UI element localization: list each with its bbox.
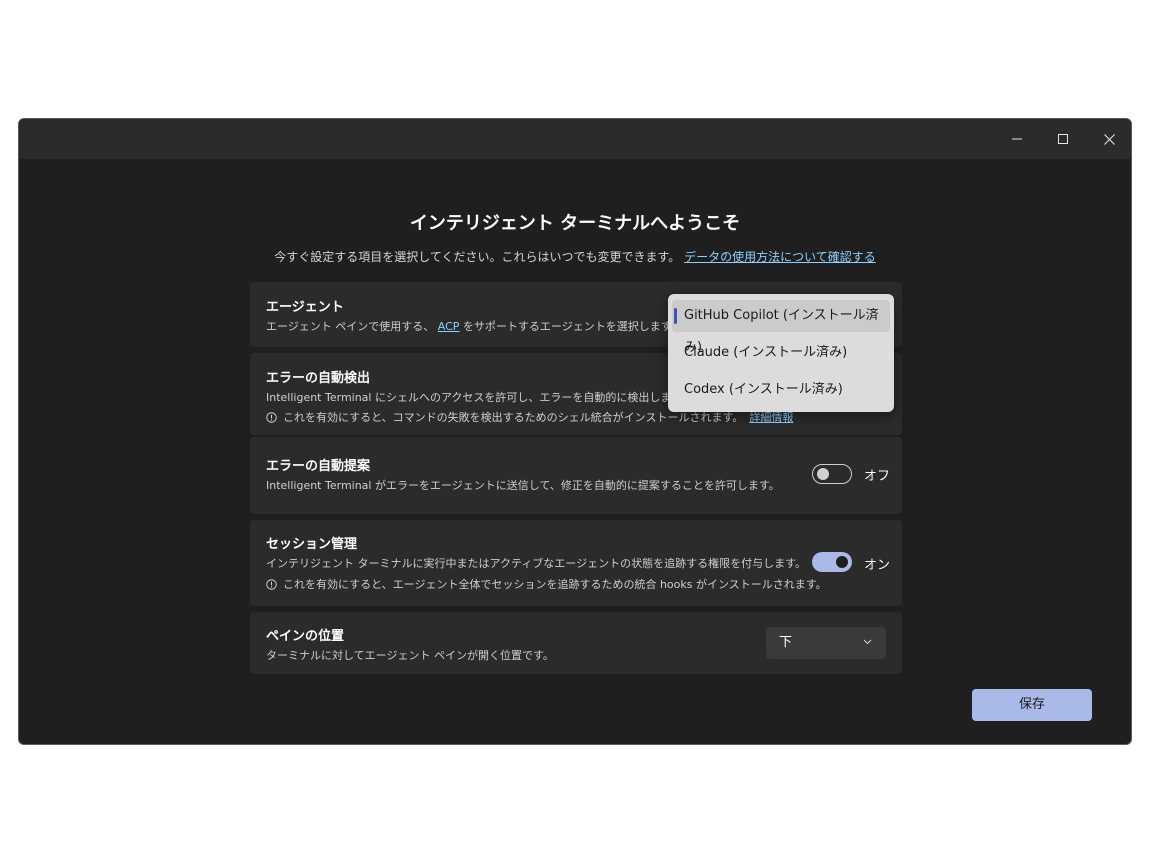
chevron-down-icon	[863, 639, 872, 645]
session-toggle-label: オン	[864, 558, 891, 573]
agent-option-claude[interactable]: Claude (インストール済み)	[672, 337, 890, 369]
session-note: これを有効にすると、エージェント全体でセッションを追跡するための統合 hooks…	[266, 576, 827, 592]
pane-position-description: ターミナルに対してエージェント ペインが開く位置です。	[266, 649, 554, 662]
agent-option-github-copilot[interactable]: GitHub Copilot (インストール済み)	[672, 300, 890, 355]
agent-dropdown: GitHub Copilot (インストール済み) Claude (インストール…	[668, 294, 894, 412]
info-icon	[266, 578, 277, 590]
maximize-icon	[1058, 134, 1068, 144]
error-detection-title: エラーの自動検出	[266, 371, 371, 386]
agent-option-codex[interactable]: Codex (インストール済み)	[672, 374, 890, 406]
toggle-knob	[836, 556, 848, 568]
agent-option-label: Claude (インストール済み)	[684, 345, 848, 360]
minimize-button[interactable]	[994, 119, 1040, 159]
session-card: セッション管理 インテリジェント ターミナルに実行中またはアクティブなエージェン…	[250, 520, 902, 606]
maximize-button[interactable]	[1040, 119, 1086, 159]
close-button[interactable]	[1086, 119, 1131, 159]
error-suggestion-toggle[interactable]	[812, 464, 852, 484]
pane-position-title: ペインの位置	[266, 629, 345, 644]
info-icon	[266, 411, 277, 423]
minimize-icon	[1012, 138, 1022, 140]
toggle-knob	[817, 468, 829, 480]
agent-description: エージェント ペインで使用する、 ACP をサポートするエージェントを選択します…	[266, 318, 682, 334]
acp-link[interactable]: ACP	[438, 320, 460, 333]
session-title: セッション管理	[266, 537, 358, 552]
app-window: インテリジェント ターミナルへようこそ 今すぐ設定する項目を選択してください。こ…	[18, 118, 1132, 745]
pane-position-card: ペインの位置 ターミナルに対してエージェント ペインが開く位置です。 下	[250, 612, 902, 674]
error-detection-description: Intelligent Terminal にシェルへのアクセスを許可し、エラーを…	[266, 391, 693, 404]
session-note-text: これを有効にすると、エージェント全体でセッションを追跡するための統合 hooks…	[283, 578, 827, 591]
error-suggestion-title: エラーの自動提案	[266, 459, 371, 474]
data-usage-link[interactable]: データの使用方法について確認する	[684, 250, 876, 264]
subtitle-text: 今すぐ設定する項目を選択してください。これらはいつでも変更できます。	[274, 250, 681, 264]
pane-position-value: 下	[779, 635, 793, 650]
pane-position-select[interactable]: 下	[766, 627, 886, 659]
page-subtitle: 今すぐ設定する項目を選択してください。これらはいつでも変更できます。 データの使…	[19, 248, 1131, 265]
error-suggestion-toggle-label: オフ	[864, 469, 891, 484]
agent-desc-after: をサポートするエージェントを選択します。	[462, 320, 682, 333]
title-bar	[19, 119, 1131, 159]
agent-title: エージェント	[266, 300, 344, 315]
error-suggestion-card: エラーの自動提案 Intelligent Terminal がエラーをエージェン…	[250, 437, 902, 514]
page-title: インテリジェント ターミナルへようこそ	[409, 213, 741, 234]
close-icon	[1103, 133, 1115, 145]
error-suggestion-description: Intelligent Terminal がエラーをエージェントに送信して、修正…	[266, 479, 780, 492]
agent-option-label: Codex (インストール済み)	[684, 382, 843, 397]
save-button[interactable]: 保存	[972, 689, 1092, 721]
agent-desc-before: エージェント ペインで使用する、	[266, 320, 435, 333]
session-description: インテリジェント ターミナルに実行中またはアクティブなエージェントの状態を追跡す…	[266, 557, 806, 570]
session-toggle[interactable]	[812, 552, 852, 572]
selection-indicator	[674, 308, 677, 324]
